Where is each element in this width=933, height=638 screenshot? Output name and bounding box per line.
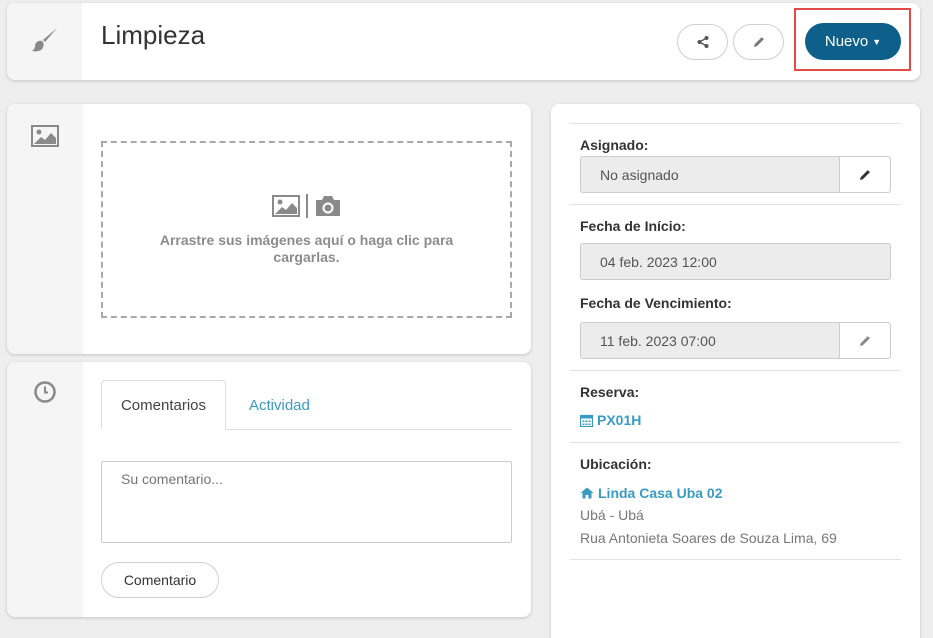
edit-due-date-button[interactable] [839, 323, 890, 358]
divider [570, 204, 901, 205]
paintbrush-icon [7, 25, 82, 55]
edit-assigned-button[interactable] [839, 157, 890, 192]
reservation-link[interactable]: PX01H [580, 412, 641, 428]
assigned-label: Asignado: [580, 137, 649, 153]
start-date-value: 04 feb. 2023 12:00 [600, 253, 717, 270]
location-name: Linda Casa Uba 02 [598, 485, 723, 501]
due-date-field: 11 feb. 2023 07:00 [580, 322, 891, 359]
pencil-icon [860, 169, 870, 180]
edit-task-button[interactable] [733, 24, 784, 60]
camera-icon [315, 195, 340, 216]
comment-input[interactable] [101, 461, 512, 543]
assigned-field: No asignado [580, 156, 891, 193]
calendar-icon [580, 414, 593, 427]
comments-card: Comentarios Actividad Comentario [7, 362, 531, 617]
image-icon [271, 194, 300, 217]
divider [570, 123, 901, 124]
divider [570, 442, 901, 443]
location-city: Ubá - Ubá [580, 507, 644, 523]
share-button[interactable] [677, 24, 728, 60]
start-date-field: 04 feb. 2023 12:00 [580, 243, 891, 280]
page-title: Limpieza [101, 20, 206, 50]
divider [570, 370, 901, 371]
location-label: Ubicación: [580, 456, 652, 472]
home-icon [580, 487, 594, 499]
share-icon [697, 36, 708, 48]
tab-comments[interactable]: Comentarios [101, 380, 226, 430]
start-date-label: Fecha de Início: [580, 218, 686, 234]
due-date-label: Fecha de Vencimiento: [580, 295, 732, 311]
location-address: Rua Antonieta Soares de Souza Lima, 69 [580, 530, 837, 546]
image-icon [7, 125, 83, 147]
header-card: Limpieza Nuevo ▼ [7, 3, 920, 80]
pencil-icon [753, 37, 764, 47]
due-date-value: 11 feb. 2023 07:00 [600, 332, 716, 349]
dropzone-instructions: Arrastre sus imágenes aquí o haga clic p… [159, 231, 454, 265]
reservation-code: PX01H [597, 412, 642, 428]
image-dropzone[interactable]: Arrastre sus imágenes aquí o haga clic p… [101, 141, 512, 318]
assigned-value: No asignado [600, 166, 679, 183]
details-card: Asignado: No asignado Fecha de Início: 0… [551, 104, 920, 638]
highlight-box [794, 8, 911, 71]
tab-activity[interactable]: Actividad [249, 380, 310, 430]
submit-comment-button[interactable]: Comentario [101, 562, 219, 598]
divider [570, 559, 901, 560]
image-upload-card: Arrastre sus imágenes aquí o haga clic p… [7, 104, 531, 354]
location-link[interactable]: Linda Casa Uba 02 [580, 485, 723, 501]
separator [305, 193, 308, 218]
pencil-icon [860, 335, 870, 346]
reservation-label: Reserva: [580, 384, 640, 400]
clock-icon [7, 381, 83, 403]
